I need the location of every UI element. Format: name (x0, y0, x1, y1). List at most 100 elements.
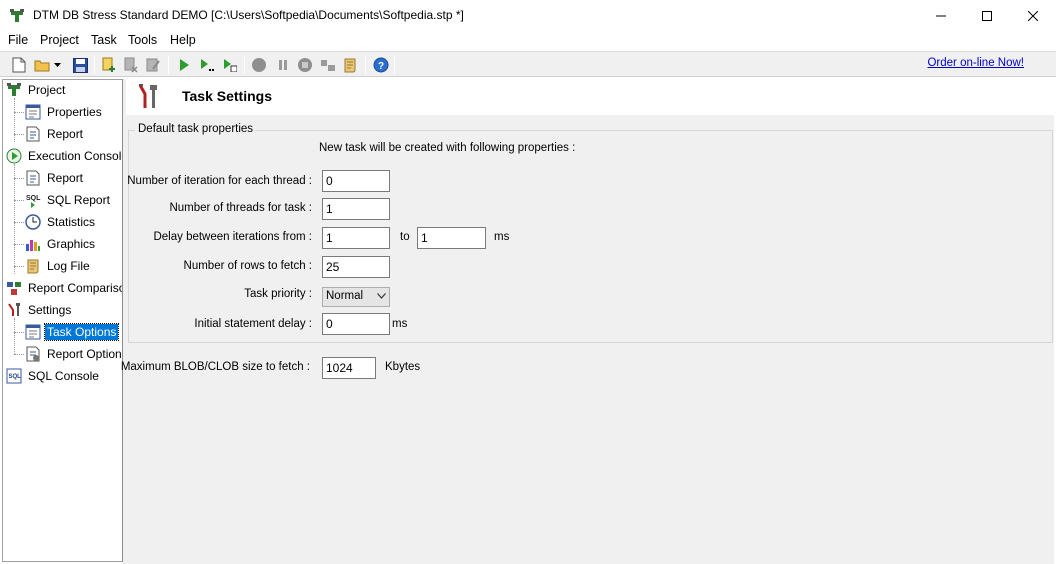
save-icon (72, 57, 88, 73)
order-online-link[interactable]: Order on-line Now! (927, 57, 1024, 69)
save-button[interactable] (71, 56, 89, 74)
log-file-icon (27, 259, 39, 274)
svg-text:SQL: SQL (26, 195, 41, 202)
stop-icon (252, 58, 266, 72)
tree-item-sql-console[interactable]: SQL SQL Console (6, 366, 101, 386)
pause-button[interactable] (274, 56, 292, 74)
tree-item-settings[interactable]: Settings (6, 300, 73, 320)
close-button[interactable] (1010, 0, 1056, 31)
window-title: DTM DB Stress Standard DEMO [C:\Users\So… (33, 8, 464, 22)
sql-report-icon: SQL (26, 195, 41, 208)
log-button[interactable] (341, 56, 359, 74)
run-button[interactable] (175, 56, 193, 74)
open-button[interactable] (33, 56, 51, 74)
tree-item-project[interactable]: Project (6, 80, 67, 100)
project-tree[interactable]: Project Properties Report Execution Cons… (2, 79, 123, 562)
minimize-button[interactable] (918, 0, 964, 31)
tree-item-report-comparison[interactable]: Report Comparison (6, 278, 122, 298)
pause-icon (279, 60, 287, 70)
stop-all-icon (298, 58, 312, 72)
tree-item-report-options[interactable]: Report Options (25, 344, 122, 364)
play-selected-icon (224, 59, 237, 72)
toolbar-separator (244, 56, 245, 74)
menu-tools[interactable]: Tools (128, 33, 157, 47)
edit-task-button[interactable] (144, 56, 162, 74)
tree-connector (14, 354, 24, 355)
tree-item-log-file[interactable]: Log File (25, 256, 92, 276)
add-task-button[interactable] (100, 56, 118, 74)
menu-project[interactable]: Project (40, 33, 79, 47)
open-folder-icon (34, 60, 50, 72)
task-priority-value: Normal (326, 290, 364, 302)
close-icon (1028, 10, 1038, 21)
tree-connector (14, 112, 24, 113)
menu-file[interactable]: File (8, 33, 28, 47)
svg-text:?: ? (378, 61, 384, 72)
statement-delay-input[interactable] (322, 313, 390, 335)
tree-item-sql-report[interactable]: SQL SQL Report (25, 190, 112, 210)
panel-header: Task Settings (126, 79, 1054, 115)
toolbar: ? Order on-line Now! (0, 51, 1056, 77)
delay-to-input[interactable] (417, 227, 486, 249)
tree-connector (14, 222, 24, 223)
settings-icon (8, 303, 20, 316)
report-icon (26, 126, 40, 142)
maximize-button[interactable] (964, 0, 1010, 31)
new-button[interactable] (10, 56, 28, 74)
compare-button[interactable] (319, 56, 337, 74)
iterations-input[interactable] (322, 170, 390, 192)
priority-label: Task priority : (244, 288, 312, 300)
tree-connector (14, 178, 24, 179)
menu-help[interactable]: Help (170, 33, 196, 47)
remove-task-button[interactable] (122, 56, 140, 74)
tree-item-statistics[interactable]: Statistics (25, 212, 97, 232)
run-step-button[interactable] (198, 56, 216, 74)
tree-connector (14, 266, 24, 267)
tree-item-task-options[interactable]: Task Options (25, 322, 120, 342)
project-icon (7, 83, 21, 96)
title-bar: DTM DB Stress Standard DEMO [C:\Users\So… (0, 0, 1056, 31)
iterations-label: Number of iteration for each thread : (127, 175, 312, 187)
new-file-icon (12, 57, 26, 73)
open-dropdown-button[interactable] (52, 56, 62, 74)
threads-input[interactable] (322, 198, 390, 220)
report-comparison-icon (7, 282, 21, 295)
menu-task[interactable]: Task (91, 33, 117, 47)
tree-connector (14, 318, 15, 354)
tree-connector (14, 332, 24, 333)
play-icon (180, 59, 189, 71)
statement-delay-label: Initial statement delay : (194, 318, 312, 330)
properties-icon (25, 104, 41, 120)
tree-item-report[interactable]: Report (25, 124, 85, 144)
blob-size-label: Maximum BLOB/CLOB size to fetch : (120, 361, 310, 373)
delay-to-label: to (400, 231, 410, 243)
stop-all-button[interactable] (296, 56, 314, 74)
group-title: Default task properties (135, 123, 257, 135)
log-scroll-icon (344, 58, 356, 73)
blob-size-input[interactable] (322, 357, 376, 379)
delay-unit: ms (494, 231, 510, 243)
tools-icon (138, 84, 157, 108)
execution-console-icon (6, 148, 22, 164)
task-options-icon (25, 324, 41, 340)
tree-item-graphics[interactable]: Graphics (25, 234, 97, 254)
threads-label: Number of threads for task : (169, 202, 312, 214)
run-selected-button[interactable] (221, 56, 239, 74)
page-title: Task Settings (182, 88, 272, 104)
task-priority-select[interactable]: Normal (322, 287, 390, 307)
tree-item-report-2[interactable]: Report (25, 168, 85, 188)
help-button[interactable]: ? (372, 56, 390, 74)
svg-text:SQL: SQL (9, 374, 22, 380)
rows-input[interactable] (322, 256, 390, 278)
rows-label: Number of rows to fetch : (183, 260, 312, 272)
edit-task-icon (146, 58, 160, 72)
blob-size-unit: Kbytes (385, 361, 421, 373)
tree-connector (14, 98, 15, 142)
task-settings-panel: Task Settings Default task properties Ne… (121, 79, 1054, 564)
stop-button[interactable] (250, 56, 268, 74)
sql-console-icon: SQL (6, 368, 22, 384)
maximize-icon (982, 10, 992, 21)
delay-from-input[interactable] (322, 227, 390, 249)
tree-item-properties[interactable]: Properties (25, 102, 104, 122)
tree-item-execution-console[interactable]: Execution Console (6, 146, 122, 166)
